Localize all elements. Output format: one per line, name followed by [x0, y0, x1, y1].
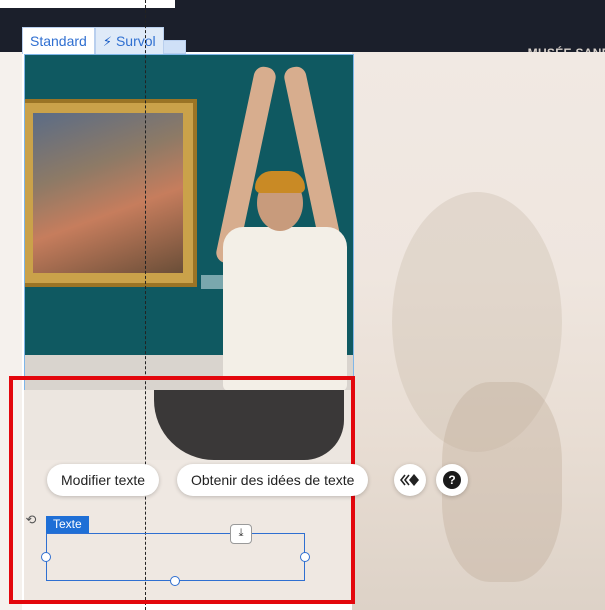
- tab-survol-label: Survol: [115, 33, 156, 49]
- resize-handle-bottom[interactable]: [170, 576, 180, 586]
- edit-text-label: Modifier texte: [61, 472, 146, 488]
- text-element-tag: Texte: [46, 516, 89, 533]
- tab-survol[interactable]: ⚡︎ Survol: [94, 27, 164, 54]
- resize-handle-right[interactable]: [300, 552, 310, 562]
- wall-label: [201, 275, 225, 289]
- tab-standard-label: Standard: [30, 33, 87, 49]
- painting: [33, 113, 183, 273]
- lightning-icon: ⚡︎: [102, 34, 112, 49]
- download-icon[interactable]: ⤓: [230, 524, 252, 544]
- edit-text-button[interactable]: Modifier texte: [47, 464, 160, 496]
- background-image: [352, 52, 605, 610]
- ai-text-ideas-label: Obtenir des idées de texte: [191, 472, 355, 488]
- selected-image[interactable]: [24, 54, 354, 392]
- ai-text-ideas-button[interactable]: Obtenir des idées de texte: [177, 464, 369, 496]
- tab-overflow[interactable]: [163, 40, 186, 54]
- person-headband: [255, 171, 305, 193]
- state-tabs: Standard ⚡︎ Survol: [22, 27, 186, 54]
- resize-handle-left[interactable]: [41, 552, 51, 562]
- top-left-panel: [0, 0, 175, 8]
- help-icon: ?: [443, 471, 461, 489]
- help-button[interactable]: ?: [436, 464, 468, 496]
- rotate-icon[interactable]: ⟲: [23, 512, 39, 528]
- person-shirt: [223, 227, 347, 391]
- animation-button[interactable]: [394, 464, 426, 496]
- tab-standard[interactable]: Standard: [22, 27, 95, 54]
- animation-icon: [400, 474, 419, 486]
- text-element-box[interactable]: [46, 533, 305, 581]
- painting-frame: [25, 99, 197, 287]
